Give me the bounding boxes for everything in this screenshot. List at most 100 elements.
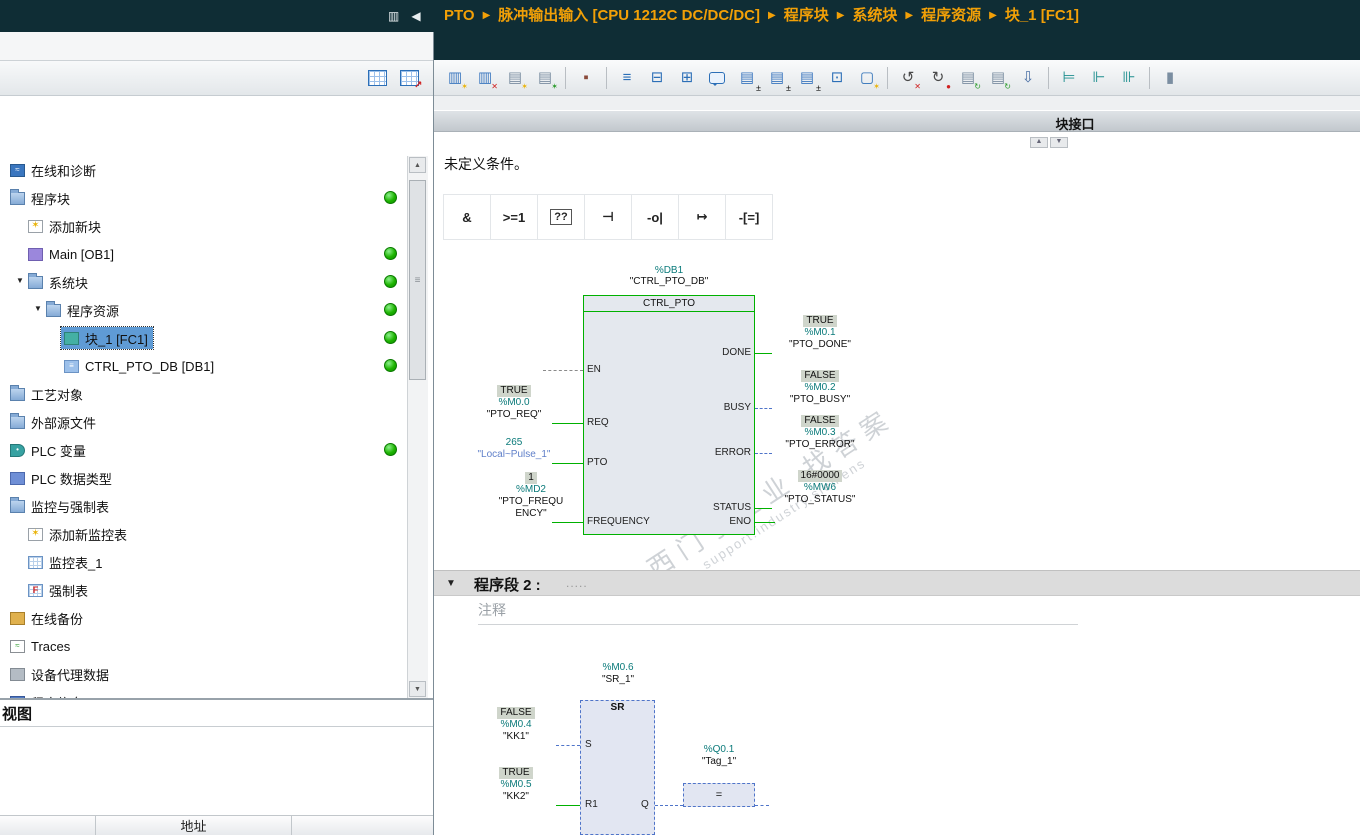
insert-empty-box-icon[interactable]: ▤ ✶ [502,65,528,91]
block-interface-toggle-icon[interactable]: ⊡ [824,65,850,91]
db-instance-label[interactable]: %DB1 "CTRL_PTO_DB" [583,265,755,287]
or-box-icon[interactable]: >=1 [490,194,538,240]
breadcrumb-segment[interactable]: PTO [444,7,475,24]
monitoring-toggle-icon[interactable]: ⊩ [1086,65,1112,91]
expand-up-icon[interactable]: ▲ [1030,137,1048,148]
network-collapse-icon[interactable]: ▼ [446,578,456,589]
tree-item-program-resources[interactable]: 程序资源 [43,299,124,321]
and-box-icon[interactable]: & [443,194,491,240]
network2-title: 程序段 2 : [474,577,541,594]
operand-done[interactable]: TRUE %M0.1 "PTO_DONE" [768,315,872,351]
call-environment-icon[interactable]: ▮ [1157,65,1183,91]
operand-status[interactable]: 16#0000 %MW6 "PTO_STATUS" [768,470,872,506]
tree-item-force-table[interactable]: 强制表 [25,579,93,601]
tree-item-system-blocks[interactable]: 系统块 [25,271,93,293]
network2-comment-underline [478,624,1078,625]
tree-item-main-ob1[interactable]: Main [OB1] [25,243,119,265]
empty-box-icon[interactable]: ?? [537,194,585,240]
block-interface-bar[interactable]: 块接口 [434,110,1360,132]
operand-display-icon[interactable]: ▤ ± [794,65,821,92]
interface-resize-handle[interactable]: ▲ ▼ [1030,137,1068,148]
pin-error: ERROR [714,447,751,458]
tree-item-online-diagnostics[interactable]: 在线和诊断 [7,159,101,181]
tree-item-watch-table-1[interactable]: 监控表_1 [25,551,107,573]
absolute-symbolic-operands-icon[interactable]: ▤ ± [734,65,761,92]
scroll-down-icon[interactable]: ▼ [409,681,426,697]
monitoring-snapshot-icon[interactable]: ⊪ [1116,65,1142,91]
operand-req[interactable]: TRUE %M0.0 "PTO_REQ" [462,385,566,421]
consistency-check-icon[interactable]: ▤ ↻ [985,65,1011,91]
collapse-panel-icon[interactable]: ◀ [411,9,420,23]
breadcrumb-segment[interactable]: 块_1 [FC1] [1005,7,1079,24]
go-online-icon[interactable]: ⊨ [1056,65,1082,91]
operand-busy[interactable]: FALSE %M0.2 "PTO_BUSY" [768,370,872,406]
network-comments-toggle-icon[interactable] [704,65,730,91]
delete-network-icon[interactable]: ▥ ✕ [472,65,498,91]
breadcrumb-separator-icon: ▶ [767,10,776,21]
scrollbar-thumb[interactable]: ≡ [409,180,426,380]
go-to-previous-error-icon[interactable]: ↺ ✕ [895,65,921,91]
tree-item-watch-force-tables[interactable]: 监控与强制表 [7,495,114,517]
tree-row: 程序信息 [0,688,433,698]
tree-item-program-blocks[interactable]: 程序块 [7,187,75,209]
update-block-calls-ic[interactable]: ▤ ↻ [955,65,981,91]
insert-comment-icon[interactable]: ▤ ✶ [532,65,558,91]
folder-icon [10,412,25,429]
project-tree-toolbar [0,61,433,96]
tree-item-external-source-files[interactable]: 外部源文件 [7,411,101,433]
download-icon[interactable]: ⇩ [1015,65,1041,91]
symbol-information-icon[interactable]: ▤ ± [764,65,791,92]
wire-eno [755,522,775,523]
open-in-editor-button[interactable] [396,65,423,91]
network2-comment[interactable]: 注释 [478,600,506,620]
tree-item-label: 程序资源 [67,303,120,319]
table-view-button[interactable] [364,65,390,91]
negate-input-icon[interactable]: -o| [631,194,679,240]
operand-sr[interactable]: %M0.6 "SR_1" [568,662,668,686]
tree-item-plc-tags[interactable]: PLC 变量 [7,439,91,461]
breadcrumb-segment[interactable]: 脉冲输出输入 [CPU 1212C DC/DC/DC] [498,7,760,24]
tree-item-program-info[interactable]: 程序信息 [7,691,88,698]
go-to-next-error-icon[interactable]: ↻ ● [925,65,951,91]
tree-item-online-backups[interactable]: 在线备份 [7,607,88,629]
open-all-networks-icon[interactable]: ⊟ [644,65,670,91]
ctrl-pto-block[interactable]: CTRL_PTO [583,295,755,535]
tree-item-plc-data-types[interactable]: PLC 数据类型 [7,467,117,489]
operand-frequency[interactable]: 1 %MD2 "PTO_FREQUENCY" [496,472,566,520]
breadcrumb-segment[interactable]: 程序块 [784,7,829,24]
tree-item-traces[interactable]: Traces [7,635,75,657]
tree-item-device-proxy-data[interactable]: 设备代理数据 [7,663,114,685]
open-branch-icon[interactable]: ↦ [678,194,726,240]
expand-all-networks-icon[interactable]: ≡ [614,65,640,91]
tree-row: CTRL_PTO_DB [DB1] [0,352,433,380]
panes-icon[interactable]: ▥ [388,9,399,23]
operand-pto[interactable]: 265 "Local~Pulse_1" [462,437,566,461]
toolbar-separator [606,66,607,89]
sr-block[interactable]: SR [580,700,655,835]
assignment-icon[interactable]: -[=] [725,194,773,240]
operand-r1[interactable]: TRUE %M0.5 "KK2" [464,767,568,803]
collapse-down-icon[interactable]: ▼ [1050,137,1068,148]
insert-input-icon[interactable]: ⊣ [584,194,632,240]
tree-item-technology-objects[interactable]: 工艺对象 [7,383,88,405]
operand-error[interactable]: FALSE %M0.3 "PTO_ERROR" [768,415,872,451]
tree-item-add-new-block[interactable]: 添加新块 [25,215,106,237]
network2-header[interactable]: ▼ 程序段 2 : ..... [434,570,1360,596]
breadcrumb-segment[interactable]: 系统块 [852,7,897,24]
tree-item-block-1-fc1[interactable]: 块_1 [FC1] [60,326,154,350]
assignment-coil[interactable]: = [683,783,755,807]
tree-item-label: 设备代理数据 [31,667,110,683]
pin-en: EN [587,364,601,375]
tree-scrollbar[interactable]: ▲ ≡ ▼ [407,156,428,698]
tree-item-ctrl-pto-db-db1[interactable]: CTRL_PTO_DB [DB1] [61,355,219,377]
favorites-toggle-icon[interactable]: ▢ ✶ [854,65,880,91]
tree-item-add-new-watch-table[interactable]: 添加新监控表 [25,523,132,545]
operand-q[interactable]: %Q0.1 "Tag_1" [674,744,764,768]
table-view-icon [367,70,387,86]
insert-network-icon[interactable]: ▥ ✶ [442,65,468,91]
scroll-up-icon[interactable]: ▲ [409,157,426,173]
breadcrumb-segment[interactable]: 程序资源 [921,7,981,24]
close-all-networks-icon[interactable]: ⊞ [674,65,700,91]
operand-s[interactable]: FALSE %M0.4 "KK1" [464,707,568,743]
keep-actual-values-icon[interactable]: ▪ [573,65,599,91]
